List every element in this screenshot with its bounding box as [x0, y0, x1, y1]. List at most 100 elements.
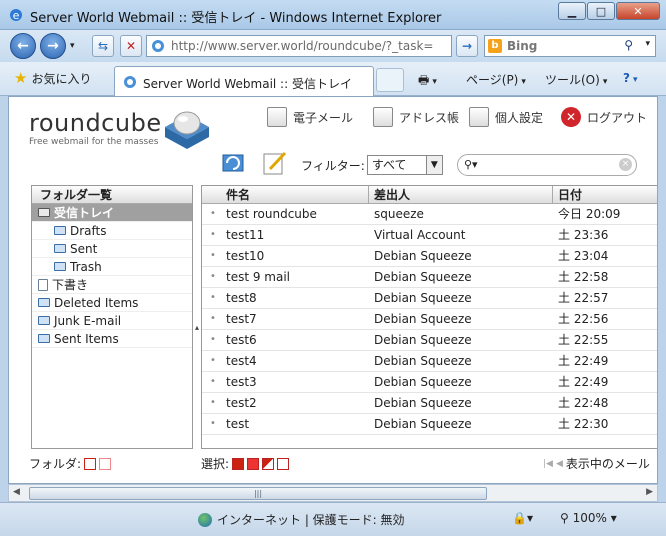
message-row[interactable]: • test8 Debian Squeeze 土 22:57 [202, 288, 657, 309]
select-unread-icon[interactable] [262, 457, 275, 470]
scroll-right-icon[interactable]: ▶ [646, 487, 653, 497]
message-status-icon: • [210, 208, 216, 219]
search-dropdown-icon[interactable]: ▾ [645, 39, 650, 49]
column-date[interactable]: 日付 [558, 186, 582, 204]
folder-sent[interactable]: Sent [32, 240, 192, 258]
column-divider [552, 186, 553, 204]
select-current-page-icon[interactable] [247, 457, 260, 470]
close-button[interactable]: ✕ [616, 2, 660, 20]
zoom-control[interactable]: ⚲ 100% ▾ [560, 511, 617, 525]
mail-search-input[interactable]: ⚲▾ × [457, 154, 637, 176]
nav-mail-label: 電子メール [293, 110, 354, 125]
search-icon[interactable]: ⚲ [624, 38, 633, 52]
nav-logout[interactable]: ✕ ログアウト [561, 107, 647, 127]
forward-button[interactable]: → [40, 33, 66, 59]
minimize-button[interactable]: ▁ [558, 2, 586, 20]
message-from: Debian Squeeze [374, 249, 472, 263]
compose-icon[interactable] [261, 149, 289, 177]
zone-text: インターネット | 保護モード: 無効 [217, 513, 405, 527]
nav-addressbook[interactable]: アドレス帳 [373, 107, 459, 127]
pane-splitter-handle[interactable]: ▴ [195, 323, 199, 332]
favorites-button[interactable]: ★ お気に入り [14, 69, 91, 87]
go-button[interactable]: → [456, 35, 478, 57]
history-dropdown-icon[interactable]: ▾ [70, 41, 75, 51]
paging-label: 表示中のメール [565, 457, 650, 471]
folder-sent-items[interactable]: Sent Items [32, 330, 192, 348]
tools-menu[interactable]: ツール(O) ▾ [545, 71, 607, 88]
help-button[interactable]: ? ▾ [623, 71, 638, 85]
folder-label: 下書き [52, 277, 89, 292]
roundcube-logo[interactable]: roundcube Free webmail for the masses [29, 109, 162, 147]
internet-explorer-icon: e [10, 9, 22, 22]
nav-settings-label: 個人設定 [495, 110, 544, 125]
scroll-left-icon[interactable]: ◀ [13, 487, 20, 497]
select-label: 選択: [201, 457, 230, 471]
scrollbar-thumb[interactable]: ||| [29, 487, 487, 500]
message-row[interactable]: • test4 Debian Squeeze 土 22:49 [202, 351, 657, 372]
nav-mail[interactable]: 電子メール [267, 107, 353, 127]
new-tab-button[interactable] [376, 68, 404, 92]
folder-icon [38, 316, 50, 325]
security-zone[interactable]: インターネット | 保護モード: 無効 [198, 511, 405, 528]
search-input[interactable]: b Bing ⚲ ▾ [484, 35, 656, 57]
paging-footer: |◀ ◀ 表示中のメール [543, 455, 650, 472]
folder-drafts-jp[interactable]: 下書き [32, 276, 192, 294]
browser-tab[interactable]: Server World Webmail :: 受信トレイ [114, 66, 374, 96]
select-none-icon[interactable] [277, 457, 290, 470]
message-subject: test2 [226, 396, 257, 410]
tools-menu-dropdown-icon: ▾ [602, 77, 608, 87]
folder-inbox[interactable]: 受信トレイ [32, 204, 192, 222]
message-row[interactable]: • test 9 mail Debian Squeeze 土 22:58 [202, 267, 657, 288]
message-row[interactable]: • test Debian Squeeze 土 22:30 [202, 414, 657, 435]
print-button[interactable]: 🖶 ▾ [418, 71, 437, 92]
select-all-icon[interactable] [232, 457, 245, 470]
previous-page-icon[interactable]: ◀ [556, 459, 563, 469]
message-date: 土 22:48 [558, 396, 609, 410]
maximize-icon: □ [595, 4, 607, 18]
folder-label: Drafts [70, 223, 107, 238]
folder-label: Sent Items [54, 331, 119, 346]
refresh-button[interactable]: ⇆ [92, 35, 114, 57]
folder-list: フォルダ一覧 受信トレイ Drafts Sent Trash 下書き Delet… [31, 185, 193, 449]
message-row[interactable]: • test6 Debian Squeeze 土 22:55 [202, 330, 657, 351]
message-subject: test roundcube [226, 207, 317, 221]
message-row[interactable]: • test3 Debian Squeeze 土 22:49 [202, 372, 657, 393]
folder-options-icon[interactable] [84, 457, 97, 470]
folder-deleted-items[interactable]: Deleted Items [32, 294, 192, 312]
message-row[interactable]: • test11 Virtual Account 土 23:36 [202, 225, 657, 246]
filter-select[interactable]: すべて ▼ [366, 155, 443, 175]
address-field[interactable]: http://www.server.world/roundcube/?_task… [146, 35, 452, 57]
mail-search-icon[interactable]: ⚲▾ [464, 158, 478, 171]
logo-text: roundcube [29, 109, 162, 137]
folder-junk-email[interactable]: Junk E-mail [32, 312, 192, 330]
stop-button[interactable]: ✕ [120, 35, 142, 57]
protected-mode-icon[interactable]: 🔒▾ [512, 511, 533, 525]
check-mail-icon[interactable] [219, 149, 247, 177]
back-button[interactable]: ← [10, 33, 36, 59]
message-row[interactable]: • test7 Debian Squeeze 土 22:56 [202, 309, 657, 330]
message-row[interactable]: • test roundcube squeeze 今日 20:09 [202, 204, 657, 225]
message-row[interactable]: • test10 Debian Squeeze 土 23:04 [202, 246, 657, 267]
nav-settings[interactable]: 個人設定 [469, 107, 543, 127]
horizontal-scrollbar[interactable]: ◀ ||| ▶ [8, 484, 658, 502]
maximize-button[interactable]: □ [587, 2, 615, 20]
page-menu[interactable]: ページ(P) ▾ [466, 71, 526, 88]
folder-trash[interactable]: Trash [32, 258, 192, 276]
clear-search-icon[interactable]: × [619, 158, 632, 171]
favorites-label: お気に入り [31, 71, 92, 86]
addressbook-icon [373, 107, 393, 127]
folder-drafts[interactable]: Drafts [32, 222, 192, 240]
column-subject[interactable]: 件名 [226, 186, 250, 204]
first-page-icon[interactable]: |◀ [543, 459, 553, 469]
column-divider [368, 186, 369, 204]
message-status-icon: • [210, 271, 216, 282]
forward-arrow-icon: → [47, 38, 59, 54]
browser-tab-label: Server World Webmail :: 受信トレイ [143, 77, 352, 91]
column-from[interactable]: 差出人 [374, 186, 410, 204]
svg-text:e: e [13, 9, 20, 22]
folder-disabled-icon[interactable] [99, 457, 112, 470]
message-date: 土 22:49 [558, 375, 609, 389]
message-row[interactable]: • test2 Debian Squeeze 土 22:48 [202, 393, 657, 414]
message-from: Debian Squeeze [374, 312, 472, 326]
help-dropdown-icon: ▾ [632, 75, 638, 85]
